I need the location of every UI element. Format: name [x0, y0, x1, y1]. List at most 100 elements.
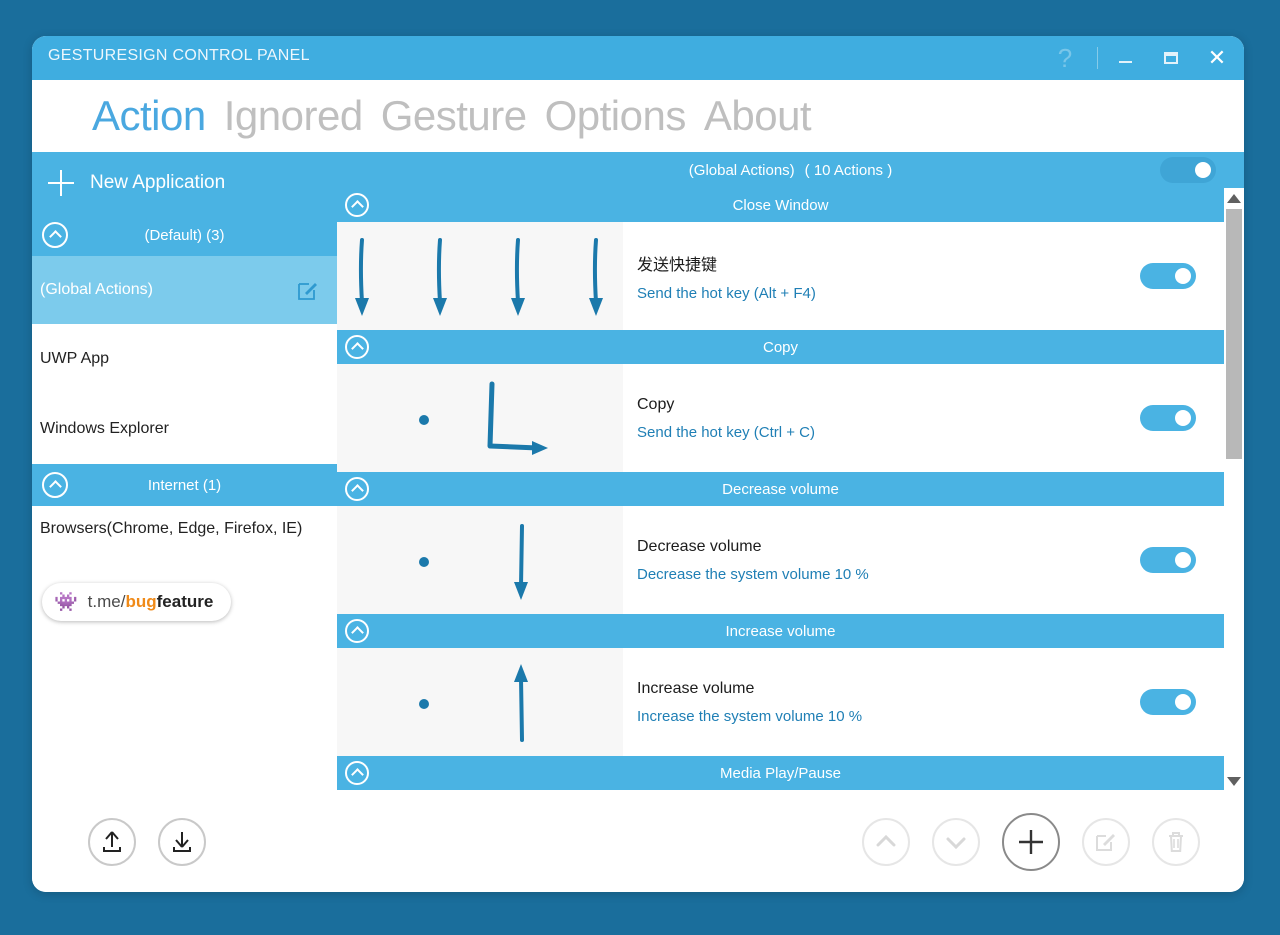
- action-group-close-window[interactable]: Close Window: [337, 188, 1224, 222]
- sidebar-item-windows-explorer[interactable]: Windows Explorer: [32, 394, 337, 464]
- action-enable-toggle[interactable]: [1140, 547, 1196, 573]
- footer-left-group: [32, 818, 206, 866]
- action-group-decrease-volume[interactable]: Decrease volume: [337, 472, 1224, 506]
- watermark-highlight: bug: [125, 592, 157, 611]
- help-button[interactable]: ?: [1037, 36, 1093, 80]
- action-description: Increase the system volume 10 %: [637, 707, 863, 725]
- action-enable-toggle[interactable]: [1140, 689, 1196, 715]
- sidebar-item-label: (Global Actions): [40, 281, 153, 298]
- watermark-text: t.me/bugfeature: [88, 592, 214, 612]
- bug-icon: 👾: [54, 591, 78, 613]
- action-toggle-wrap: [1140, 222, 1224, 330]
- action-name: Copy: [637, 395, 675, 413]
- action-toggle-wrap: [1140, 648, 1224, 756]
- action-toggle-wrap: [1140, 506, 1224, 614]
- add-action-button[interactable]: [1002, 813, 1060, 871]
- edit-action-button[interactable]: [1082, 818, 1130, 866]
- action-group-copy[interactable]: Copy: [337, 330, 1224, 364]
- gesture-thumbnail-dot-down: [337, 506, 623, 614]
- scrollbar-thumb[interactable]: [1226, 209, 1242, 459]
- chevron-up-icon: [345, 619, 369, 643]
- watermark-badge: 👾 t.me/bugfeature: [42, 583, 232, 621]
- action-name: 发送快捷键: [637, 256, 718, 274]
- minimize-button[interactable]: [1102, 36, 1148, 80]
- action-description: Send the hot key (Alt + F4): [637, 284, 816, 302]
- action-name: Increase volume: [637, 679, 755, 697]
- maximize-button[interactable]: [1148, 36, 1194, 80]
- action-row[interactable]: Increase volume Increase the system volu…: [337, 648, 1224, 756]
- sidebar-item-label: Browsers(Chrome, Edge, Firefox, IE): [40, 520, 303, 537]
- tab-gesture[interactable]: Gesture: [381, 95, 527, 137]
- chevron-up-icon: [345, 335, 369, 359]
- tab-ignored[interactable]: Ignored: [224, 95, 363, 137]
- watermark-prefix: t.me/: [87, 592, 126, 611]
- chevron-up-icon: [345, 477, 369, 501]
- sidebar-item-browsers[interactable]: Browsers(Chrome, Edge, Firefox, IE): [32, 506, 337, 570]
- action-enable-toggle[interactable]: [1140, 263, 1196, 289]
- action-toggle-wrap: [1140, 364, 1224, 472]
- action-info: Decrease volume Decrease the system volu…: [623, 506, 1140, 614]
- move-up-button[interactable]: [862, 818, 910, 866]
- sidebar-group-internet[interactable]: Internet (1): [32, 464, 337, 506]
- trash-icon: [1169, 832, 1183, 852]
- plus-icon: [48, 170, 74, 196]
- tab-options[interactable]: Options: [545, 95, 687, 137]
- action-group-media-play-pause[interactable]: Media Play/Pause: [337, 756, 1224, 790]
- new-application-label: New Application: [90, 172, 226, 193]
- action-enable-toggle[interactable]: [1140, 405, 1196, 431]
- scrollbar-track[interactable]: [1224, 203, 1244, 777]
- action-row[interactable]: Copy Send the hot key (Ctrl + C): [337, 364, 1224, 472]
- sidebar-item-global-actions[interactable]: (Global Actions): [32, 256, 337, 324]
- chevron-up-icon: [42, 222, 68, 248]
- edit-icon[interactable]: [297, 279, 319, 301]
- action-name: Decrease volume: [637, 537, 762, 555]
- desktop-background: GESTURESIGN CONTROL PANEL ? ✕ Action Ign…: [0, 0, 1280, 935]
- sidebar-group-internet-label: Internet (1): [147, 476, 222, 494]
- move-down-button[interactable]: [932, 818, 980, 866]
- chevron-up-icon: [345, 761, 369, 785]
- action-group-increase-volume[interactable]: Increase volume: [337, 614, 1224, 648]
- sidebar-item-label: UWP App: [40, 350, 110, 367]
- actions-panel: (Global Actions) ( 10 Actions ) Close Wi…: [337, 152, 1244, 792]
- action-description: Decrease the system volume 10 %: [637, 565, 869, 583]
- chevron-down-icon: [946, 837, 966, 850]
- close-button[interactable]: ✕: [1194, 36, 1240, 80]
- import-button[interactable]: [88, 818, 136, 866]
- actions-list: Close Window 发送快捷键 Send the hot key (Alt…: [337, 188, 1244, 792]
- application-sidebar: New Application (Default) (3) (Global Ac…: [32, 152, 337, 792]
- gesture-thumbnail-dot-up: [337, 648, 623, 756]
- import-icon: [103, 831, 121, 852]
- action-row[interactable]: 发送快捷键 Send the hot key (Alt + F4): [337, 222, 1224, 330]
- action-description: Send the hot key (Ctrl + C): [637, 423, 815, 441]
- minimize-icon: [1118, 60, 1132, 63]
- window-titlebar: GESTURESIGN CONTROL PANEL ? ✕: [32, 36, 1244, 80]
- tab-action[interactable]: Action: [92, 95, 206, 137]
- tab-about[interactable]: About: [704, 95, 812, 137]
- question-mark-icon: ?: [1057, 42, 1073, 73]
- delete-action-button[interactable]: [1152, 818, 1200, 866]
- chevron-up-icon: [876, 834, 896, 847]
- action-info: Increase volume Increase the system volu…: [623, 648, 1140, 756]
- sidebar-item-uwp-app[interactable]: UWP App: [32, 324, 337, 394]
- action-group-label: Decrease volume: [722, 480, 839, 498]
- scroll-up-arrow-icon[interactable]: [1227, 194, 1241, 203]
- close-icon: ✕: [1207, 45, 1227, 70]
- action-group-label: Close Window: [732, 196, 829, 214]
- sidebar-group-default[interactable]: (Default) (3): [32, 214, 337, 256]
- actions-panel-header: (Global Actions) ( 10 Actions ): [337, 152, 1244, 188]
- action-row[interactable]: Decrease volume Decrease the system volu…: [337, 506, 1224, 614]
- footer-toolbar: [32, 792, 1244, 892]
- export-icon: [173, 832, 191, 852]
- footer-right-group: [862, 813, 1200, 871]
- action-group-label: Copy: [762, 338, 799, 356]
- export-button[interactable]: [158, 818, 206, 866]
- window-title: GESTURESIGN CONTROL PANEL: [48, 47, 310, 64]
- caption-separator: [1097, 47, 1098, 69]
- new-application-button[interactable]: New Application: [32, 152, 337, 214]
- panel-enable-toggle[interactable]: [1160, 157, 1216, 183]
- actions-scrollbar[interactable]: [1224, 188, 1244, 792]
- actions-panel-title: (Global Actions): [688, 161, 795, 179]
- sidebar-item-label: Windows Explorer: [40, 420, 169, 437]
- action-group-label: Media Play/Pause: [720, 764, 841, 782]
- scroll-down-arrow-icon[interactable]: [1227, 777, 1241, 786]
